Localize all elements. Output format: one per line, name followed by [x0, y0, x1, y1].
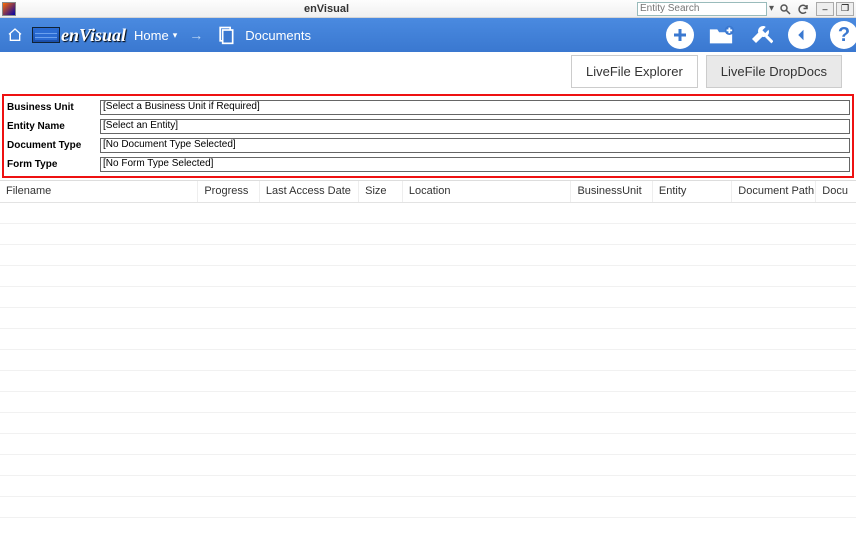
document-type-select[interactable]: [No Document Type Selected] — [100, 138, 850, 153]
table-body — [0, 203, 856, 518]
entity-name-label: Entity Name — [6, 121, 100, 132]
col-document-path[interactable]: Document Path — [732, 181, 816, 202]
tab-livefile-explorer[interactable]: LiveFile Explorer — [571, 55, 698, 88]
document-type-label: Document Type — [6, 140, 100, 151]
folder-add-icon[interactable] — [708, 22, 734, 48]
breadcrumb-arrow-icon: → — [189, 27, 203, 43]
search-dropdown-icon[interactable]: ▾ — [769, 3, 774, 14]
chevron-down-icon: ▾ — [173, 30, 178, 41]
minimize-button[interactable]: – — [816, 2, 834, 16]
business-unit-select[interactable]: [Select a Business Unit if Required] — [100, 100, 850, 115]
maximize-button[interactable]: ❐ — [836, 2, 854, 16]
entity-search-input[interactable] — [637, 2, 767, 16]
col-last-access-date[interactable]: Last Access Date — [260, 181, 359, 202]
table-row — [0, 224, 856, 245]
col-size[interactable]: Size — [359, 181, 403, 202]
table-row — [0, 203, 856, 224]
filter-row-form-type: Form Type [No Form Type Selected] — [6, 155, 850, 174]
table-row — [0, 434, 856, 455]
table-row — [0, 350, 856, 371]
col-businessunit[interactable]: BusinessUnit — [571, 181, 652, 202]
form-type-label: Form Type — [6, 159, 100, 170]
search-icon[interactable] — [778, 2, 792, 16]
col-document-truncated[interactable]: Docu — [816, 181, 856, 202]
refresh-icon[interactable] — [796, 2, 810, 16]
breadcrumb-documents[interactable]: Documents — [245, 28, 311, 43]
business-unit-label: Business Unit — [6, 102, 100, 113]
main-navbar: enVisual Home ▾ → Documents ? — [0, 18, 856, 52]
documents-icon — [215, 24, 237, 46]
tab-livefile-dropdocs[interactable]: LiveFile DropDocs — [706, 55, 842, 88]
table-row — [0, 392, 856, 413]
window-titlebar: enVisual ▾ – ❐ — [0, 0, 856, 18]
table-row — [0, 329, 856, 350]
col-progress[interactable]: Progress — [198, 181, 260, 202]
col-filename[interactable]: Filename — [0, 181, 198, 202]
app-logo: enVisual — [32, 25, 126, 46]
table-row — [0, 476, 856, 497]
filter-panel: Business Unit [Select a Business Unit if… — [2, 94, 854, 178]
filter-row-entity-name: Entity Name [Select an Entity] — [6, 117, 850, 136]
col-location[interactable]: Location — [403, 181, 572, 202]
table-row — [0, 413, 856, 434]
documents-table: Filename Progress Last Access Date Size … — [0, 180, 856, 545]
logo-text-en: en — [61, 25, 79, 46]
window-title: enVisual — [16, 3, 637, 15]
window-buttons: – ❐ — [816, 2, 854, 16]
filter-row-document-type: Document Type [No Document Type Selected… — [6, 136, 850, 155]
table-row — [0, 245, 856, 266]
table-header: Filename Progress Last Access Date Size … — [0, 181, 856, 203]
app-icon — [2, 2, 16, 16]
table-row — [0, 371, 856, 392]
entity-name-select[interactable]: [Select an Entity] — [100, 119, 850, 134]
help-button[interactable]: ? — [830, 21, 856, 49]
table-row — [0, 266, 856, 287]
home-menu-label: Home — [134, 28, 169, 43]
subtabs: LiveFile Explorer LiveFile DropDocs — [0, 52, 856, 90]
table-row — [0, 308, 856, 329]
tools-icon[interactable] — [748, 22, 774, 48]
back-button[interactable] — [788, 21, 816, 49]
table-row — [0, 497, 856, 518]
filter-row-business-unit: Business Unit [Select a Business Unit if… — [6, 98, 850, 117]
logo-flag-icon — [32, 27, 60, 43]
table-row — [0, 455, 856, 476]
form-type-select[interactable]: [No Form Type Selected] — [100, 157, 850, 172]
add-button[interactable] — [666, 21, 694, 49]
home-menu[interactable]: Home ▾ — [134, 28, 177, 43]
table-row — [0, 287, 856, 308]
navbar-actions: ? — [666, 21, 850, 49]
col-entity[interactable]: Entity — [653, 181, 732, 202]
home-icon[interactable] — [6, 26, 24, 44]
logo-text-visual: Visual — [79, 25, 126, 46]
